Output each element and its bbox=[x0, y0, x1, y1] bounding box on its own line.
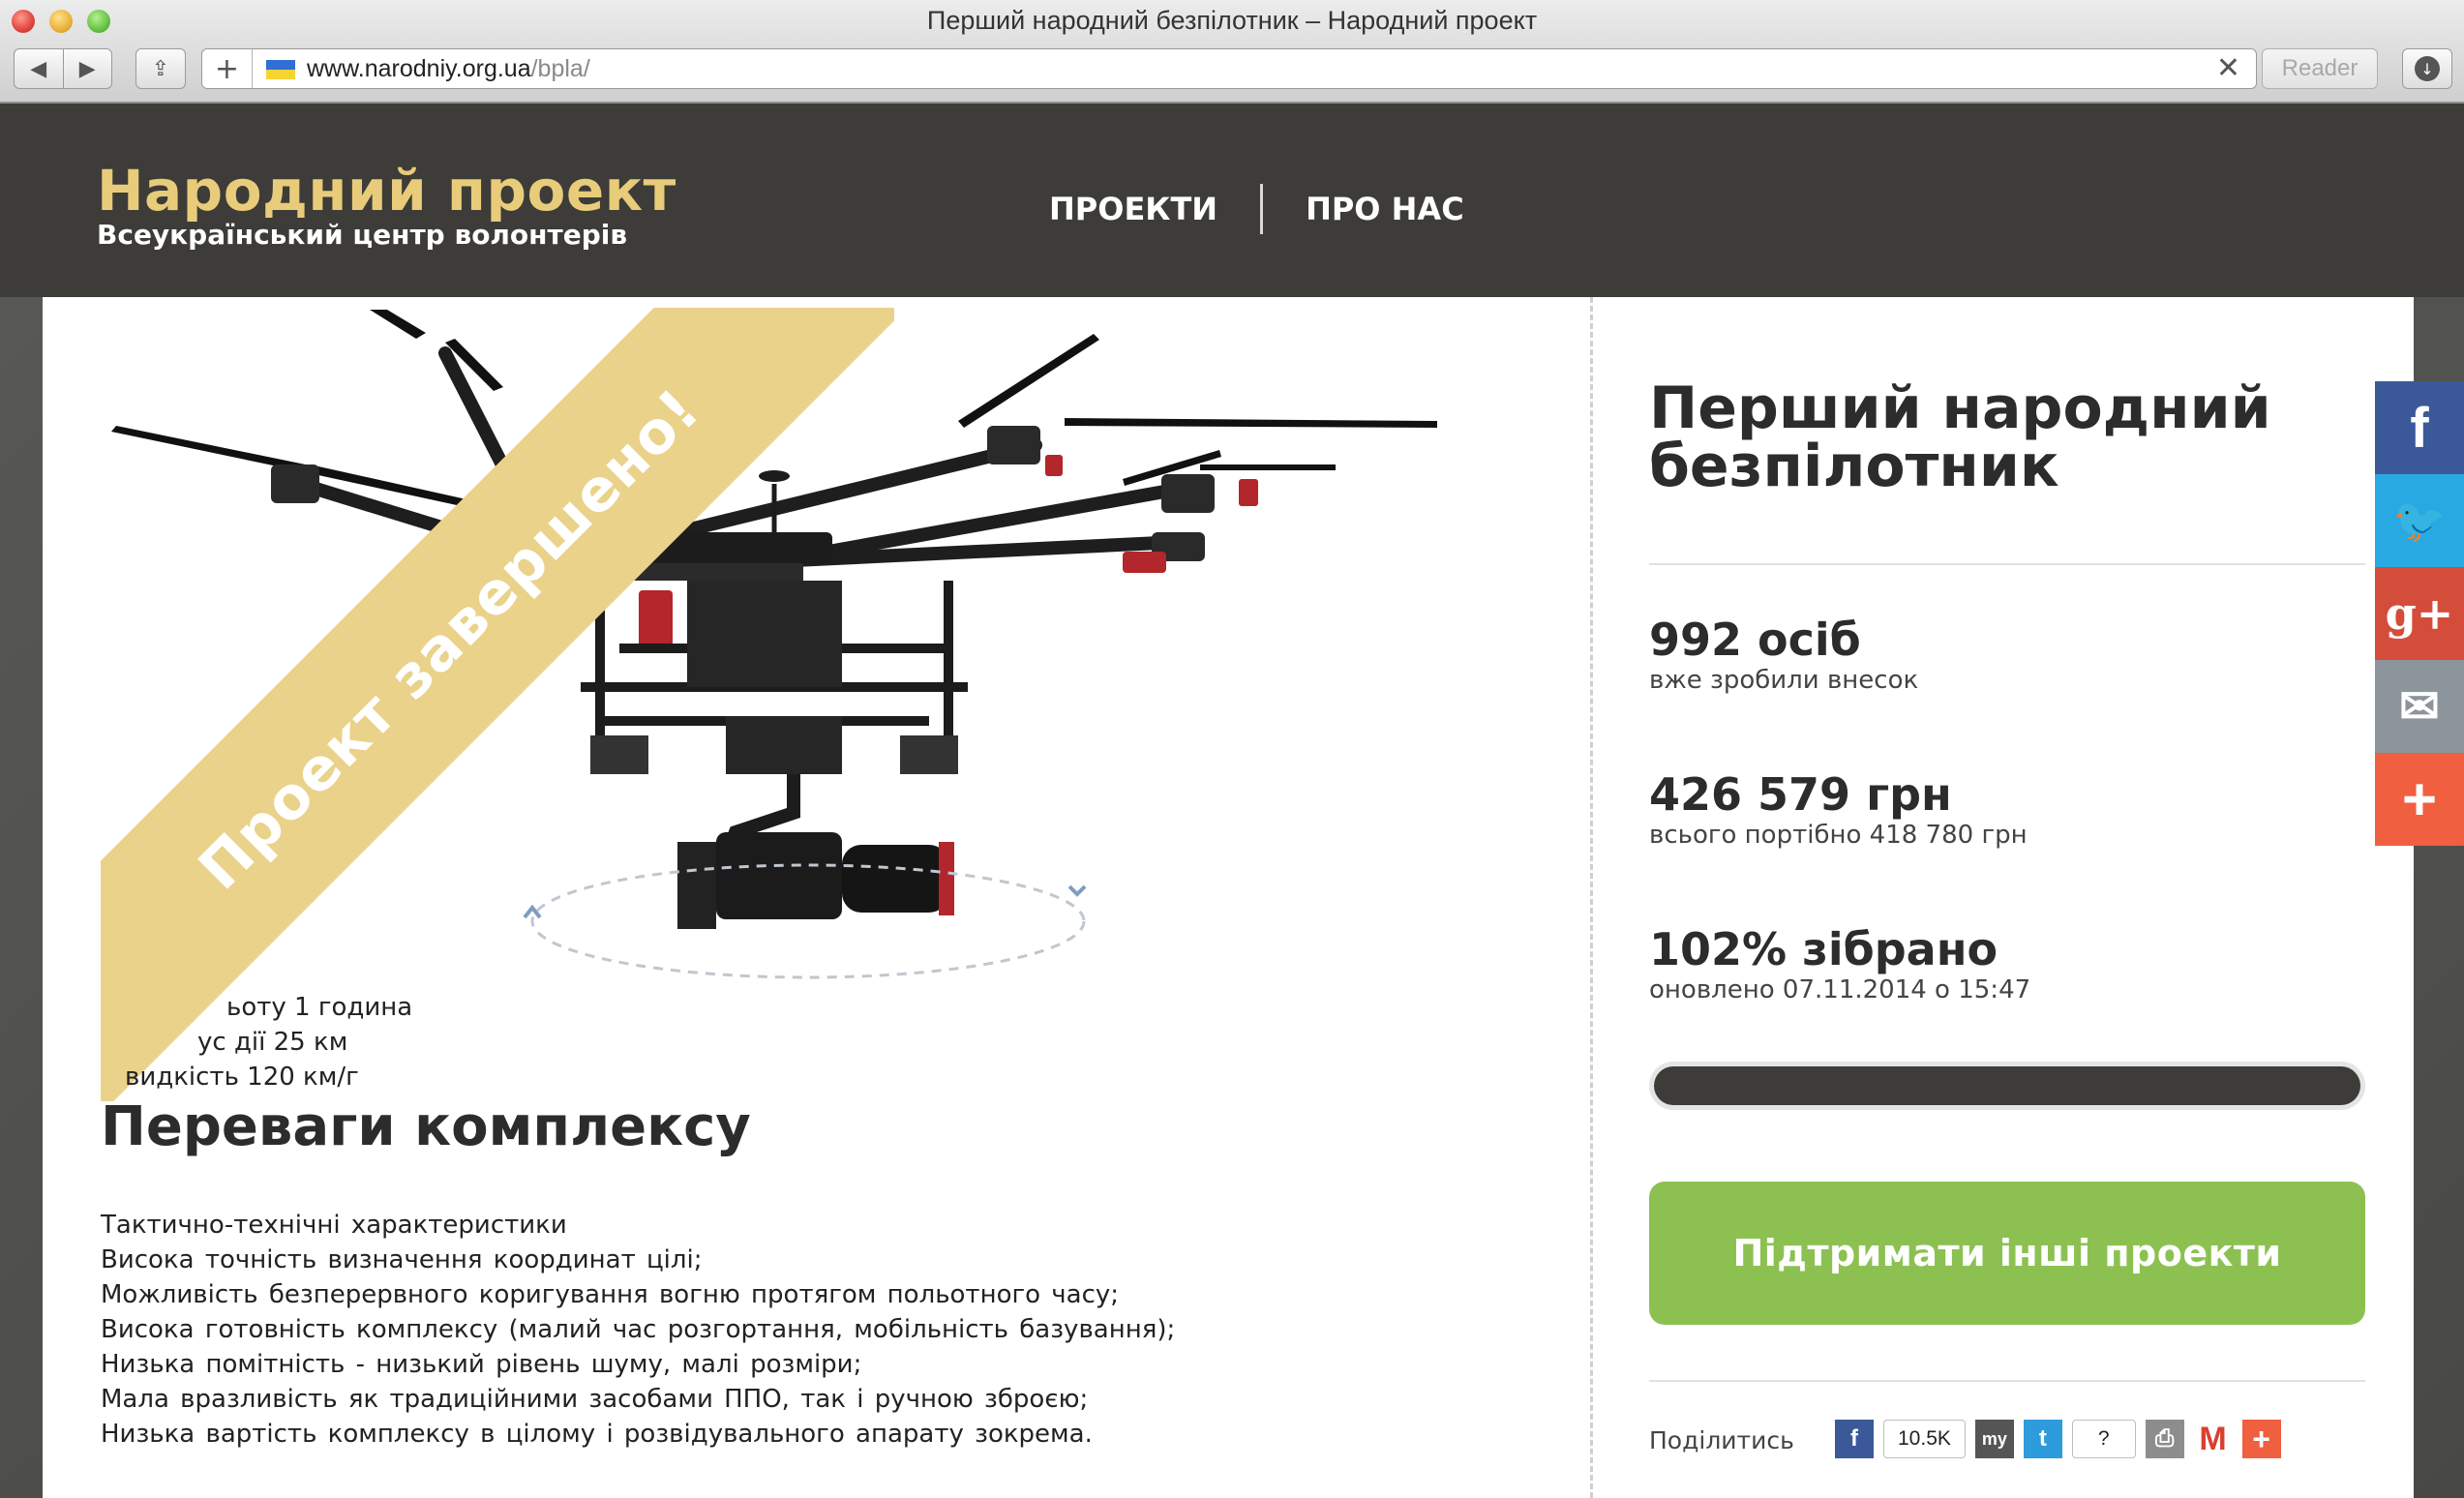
address-bar[interactable]: + www.narodniy.org.ua/bpla/ ✕ bbox=[201, 48, 2257, 89]
spec-item: ус дії 25 км bbox=[197, 1028, 348, 1057]
advantage-line: Низька помітність - низький рівень шуму,… bbox=[101, 1350, 862, 1379]
divider-line bbox=[1649, 563, 2365, 565]
advantage-line: Можливість безперервного коригування вог… bbox=[101, 1280, 1120, 1309]
main-nav: ПРОЕКТИ ПРО НАС bbox=[1007, 184, 1507, 234]
nav-projects[interactable]: ПРОЕКТИ bbox=[1007, 191, 1260, 227]
support-other-projects-button[interactable]: Підтримати інші проекти bbox=[1649, 1182, 2365, 1325]
more-icon[interactable]: + bbox=[2375, 753, 2464, 846]
facebook-icon[interactable]: f bbox=[1835, 1420, 1874, 1458]
site-header: Народний проект Всеукраїнський центр вол… bbox=[0, 104, 2464, 297]
nav-about[interactable]: ПРО НАС bbox=[1263, 191, 1507, 227]
updated-timestamp: оновлено 07.11.2014 о 15:47 bbox=[1649, 975, 2031, 1004]
facebook-share-count: 10.5K bbox=[1883, 1420, 1966, 1458]
percent-collected: 102% зібрано bbox=[1649, 923, 1998, 975]
project-title-line: безпілотник bbox=[1649, 433, 2059, 500]
advantage-line: Висока готовність комплексу (малий час р… bbox=[101, 1315, 1176, 1344]
advantage-line: Тактично-технічні характеристики bbox=[101, 1211, 567, 1240]
download-icon: ↓ bbox=[2415, 56, 2440, 81]
share-icon[interactable]: ⇪ bbox=[135, 48, 186, 89]
clear-icon[interactable]: ✕ bbox=[2216, 51, 2240, 85]
gmail-icon[interactable]: M bbox=[2193, 1420, 2233, 1458]
reader-button[interactable]: Reader bbox=[2262, 48, 2378, 89]
site-logo-title[interactable]: Народний проект bbox=[97, 158, 676, 224]
back-icon[interactable]: ◀ bbox=[15, 57, 63, 81]
spec-item: ьоту 1 година bbox=[226, 993, 413, 1022]
raised-amount: 426 579 грн bbox=[1649, 768, 1952, 821]
twitter-icon[interactable]: 🐦 bbox=[2375, 474, 2464, 567]
add-bookmark-icon[interactable]: + bbox=[202, 49, 253, 88]
drone-image bbox=[111, 310, 1437, 979]
project-title: Перший народний безпілотник bbox=[1649, 379, 2385, 495]
floating-social-bar: f 🐦 g+ ✉ + bbox=[2375, 381, 2464, 846]
spec-item: видкість 120 км/г bbox=[125, 1063, 359, 1092]
contributors-count: 992 осіб bbox=[1649, 614, 1861, 666]
advantage-line: Низька вартість комплексу в цілому і роз… bbox=[101, 1420, 1093, 1449]
more-icon[interactable]: + bbox=[2241, 1420, 2281, 1458]
url-text[interactable]: www.narodniy.org.ua/bpla/ bbox=[307, 55, 590, 83]
share-label: Поділитись bbox=[1649, 1426, 1794, 1454]
advantages-title: Переваги комплексу bbox=[101, 1095, 751, 1158]
advantage-line: Висока точність визначення координат ціл… bbox=[101, 1245, 703, 1274]
progress-bar bbox=[1649, 1062, 2365, 1110]
contributors-label: вже зробили внесок bbox=[1649, 666, 1919, 695]
twitter-share-count: ? bbox=[2071, 1420, 2136, 1458]
google-plus-icon[interactable]: g+ bbox=[2375, 567, 2464, 660]
divider-line bbox=[1649, 1380, 2365, 1382]
ukraine-flag-icon bbox=[266, 60, 295, 79]
print-icon[interactable]: ⎙ bbox=[2145, 1420, 2184, 1458]
advantage-line: Мала вразливість як традиційними засобам… bbox=[101, 1385, 1089, 1414]
forward-icon[interactable]: ▶ bbox=[64, 57, 112, 81]
facebook-icon[interactable]: f bbox=[2375, 381, 2464, 474]
specs-list: ьоту 1 година ус дії 25 км видкість 120 … bbox=[101, 990, 412, 1094]
share-buttons: f 10.5K my t ? ⎙ M + bbox=[1835, 1420, 2281, 1458]
site-logo-subtitle: Всеукраїнський центр волонтерів bbox=[97, 219, 628, 251]
twitter-icon[interactable]: t bbox=[2023, 1420, 2062, 1458]
browser-toolbar: Перший народний безпілотник – Народний п… bbox=[0, 0, 2464, 104]
advantages-list: Тактично-технічні характеристики Висока … bbox=[101, 1208, 1175, 1452]
back-forward-group: ◀ ▶ bbox=[14, 48, 112, 89]
needed-amount: всього портібно 418 780 грн bbox=[1649, 821, 2028, 850]
progress-fill bbox=[1654, 1066, 2360, 1105]
column-divider bbox=[1590, 297, 1593, 1498]
downloads-button[interactable]: ↓ bbox=[2402, 48, 2452, 89]
email-icon[interactable]: ✉ bbox=[2375, 660, 2464, 753]
project-title-line: Перший народний bbox=[1649, 374, 2271, 442]
mymail-icon[interactable]: my bbox=[1974, 1420, 2014, 1458]
window-title: Перший народний безпілотник – Народний п… bbox=[926, 6, 1538, 35]
